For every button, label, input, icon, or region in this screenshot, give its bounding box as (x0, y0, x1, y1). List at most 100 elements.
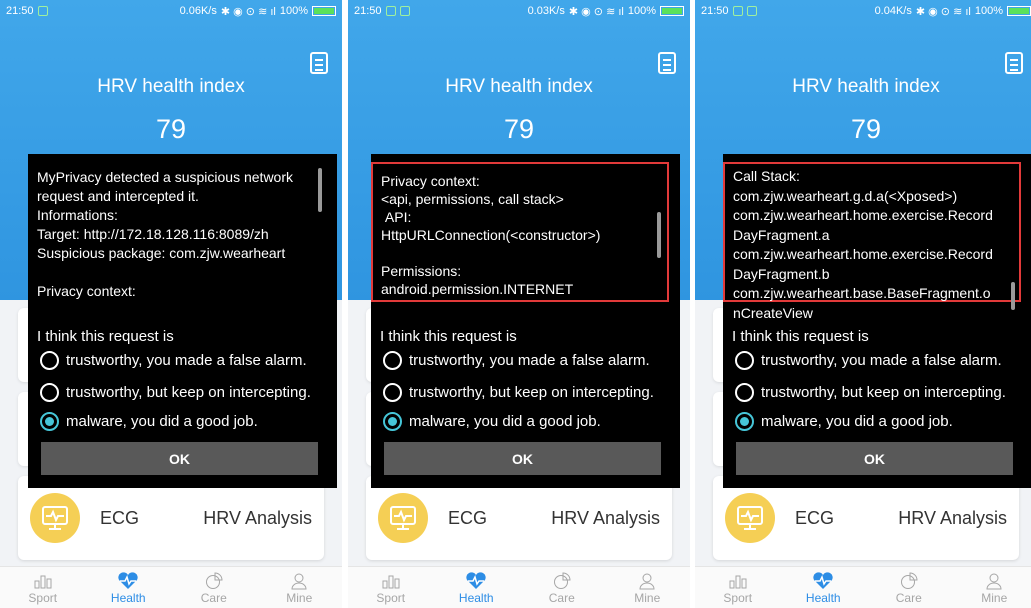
tab-sport[interactable]: Sport (348, 567, 434, 608)
tab-label: Mine (286, 591, 313, 605)
heart-pulse-icon (812, 570, 834, 591)
ok-button[interactable]: OK (736, 442, 1013, 475)
option-malware[interactable]: malware, you did a good job. (383, 412, 601, 431)
tab-label: Care (200, 591, 227, 605)
pie-chart-icon (900, 570, 918, 591)
ecg-card[interactable]: ECG HRV Analysis (366, 476, 672, 560)
tab-health[interactable]: Health (86, 567, 172, 608)
tab-health[interactable]: Health (781, 567, 867, 608)
ecg-monitor-icon (725, 493, 775, 543)
option-label: trustworthy, you made a false alarm. (409, 352, 650, 369)
hrv-analysis-link[interactable]: HRV Analysis (203, 508, 312, 529)
battery-level: 100% (627, 5, 656, 17)
hrv-analysis-link[interactable]: HRV Analysis (551, 508, 660, 529)
status-bar: 21:50 0.06K/s ✱ ◉ ⊙ ≋ ıl 100% (0, 0, 342, 22)
hrv-analysis-link[interactable]: HRV Analysis (898, 508, 1007, 529)
bar-chart-icon (729, 570, 747, 591)
ecg-label: ECG (100, 507, 140, 528)
tab-sport[interactable]: Sport (0, 567, 86, 608)
ok-button[interactable]: OK (41, 442, 318, 475)
ecg-card[interactable]: ECG HRV Analysis (18, 476, 324, 560)
tab-label: Mine (634, 591, 661, 605)
status-bar: 21:50 0.03K/s ✱ ◉ ⊙ ≋ ıl 100% (348, 0, 690, 22)
radio-icon[interactable] (735, 351, 754, 370)
radio-selected-icon[interactable] (40, 412, 59, 431)
radio-icon[interactable] (383, 351, 402, 370)
tab-label: Care (895, 591, 922, 605)
tab-label: Health (805, 591, 841, 605)
option-false-alarm[interactable]: trustworthy, you made a false alarm. (40, 351, 307, 370)
signal-icons: ✱ ◉ ⊙ ≋ ıl (220, 5, 276, 18)
network-speed: 0.03K/s (527, 5, 565, 17)
context-scrollbar[interactable] (1011, 282, 1015, 310)
ecg-label: ECG (448, 507, 488, 528)
battery-level: 100% (279, 5, 308, 17)
tab-label: Health (458, 591, 494, 605)
option-malware[interactable]: malware, you did a good job. (735, 412, 953, 431)
option-malware[interactable]: malware, you did a good job. (40, 412, 258, 431)
network-speed: 0.04K/s (874, 5, 912, 17)
ok-button[interactable]: OK (384, 442, 661, 475)
option-label: trustworthy, but keep on intercepting. (409, 384, 654, 401)
notification-icon (746, 6, 757, 16)
tab-care[interactable]: Care (171, 567, 257, 608)
think-label: I think this request is (37, 328, 174, 345)
option-label: trustworthy, but keep on intercepting. (761, 384, 1006, 401)
pie-chart-icon (553, 570, 571, 591)
signal-icons: ✱ ◉ ⊙ ≋ ıl (568, 5, 624, 18)
tab-sport[interactable]: Sport (695, 567, 781, 608)
tab-label: Sport (723, 591, 753, 605)
hrv-score: 79 (155, 114, 187, 144)
phone-screen-2: 21:50 0.03K/s ✱ ◉ ⊙ ≋ ıl 100% HRV health… (348, 0, 690, 608)
notification-icon (37, 6, 48, 16)
option-label: trustworthy, but keep on intercepting. (66, 384, 311, 401)
option-false-alarm[interactable]: trustworthy, you made a false alarm. (383, 351, 650, 370)
battery-icon (312, 6, 336, 16)
tab-mine[interactable]: Mine (257, 567, 343, 608)
page-title: HRV health index (97, 76, 245, 97)
radio-selected-icon[interactable] (735, 412, 754, 431)
radio-icon[interactable] (383, 383, 402, 402)
document-icon[interactable] (1005, 52, 1023, 74)
tab-care[interactable]: Care (866, 567, 952, 608)
page-title: HRV health index (445, 76, 593, 97)
person-icon (290, 570, 308, 591)
option-keep-intercepting[interactable]: trustworthy, but keep on intercepting. (735, 383, 1006, 402)
radio-icon[interactable] (40, 351, 59, 370)
bar-chart-icon (34, 570, 52, 591)
page-title: HRV health index (792, 76, 940, 97)
status-time: 21:50 (701, 5, 729, 17)
person-icon (638, 570, 656, 591)
radio-selected-icon[interactable] (383, 412, 402, 431)
privacy-alert-dialog: Call Stack: com.zjw.wearheart.g.d.a(<Xpo… (723, 154, 1031, 488)
network-speed: 0.06K/s (179, 5, 217, 17)
tab-health[interactable]: Health (434, 567, 520, 608)
call-stack-box: Call Stack: com.zjw.wearheart.g.d.a(<Xpo… (723, 162, 1021, 321)
tab-label: Health (110, 591, 146, 605)
privacy-alert-dialog: Privacy context: <api, permissions, call… (371, 154, 680, 488)
option-false-alarm[interactable]: trustworthy, you made a false alarm. (735, 351, 1002, 370)
battery-icon (1007, 6, 1031, 16)
dialog-scrollbar[interactable] (318, 168, 322, 212)
ecg-card[interactable]: ECG HRV Analysis (713, 476, 1019, 560)
phone-screen-1: 21:50 0.06K/s ✱ ◉ ⊙ ≋ ıl 100% HRV health… (0, 0, 342, 608)
radio-icon[interactable] (40, 383, 59, 402)
document-icon[interactable] (658, 52, 676, 74)
tab-mine[interactable]: Mine (605, 567, 691, 608)
tab-mine[interactable]: Mine (952, 567, 1031, 608)
hrv-score: 79 (503, 114, 535, 144)
context-scrollbar[interactable] (657, 212, 661, 258)
option-keep-intercepting[interactable]: trustworthy, but keep on intercepting. (40, 383, 311, 402)
battery-level: 100% (974, 5, 1003, 17)
tab-care[interactable]: Care (519, 567, 605, 608)
hrv-score: 79 (850, 114, 882, 144)
think-label: I think this request is (732, 328, 869, 345)
radio-icon[interactable] (735, 383, 754, 402)
tab-label: Mine (981, 591, 1008, 605)
document-icon[interactable] (310, 52, 328, 74)
battery-icon (660, 6, 684, 16)
status-bar: 21:50 0.04K/s ✱ ◉ ⊙ ≋ ıl 100% (695, 0, 1031, 22)
ecg-label: ECG (795, 507, 835, 528)
option-keep-intercepting[interactable]: trustworthy, but keep on intercepting. (383, 383, 654, 402)
privacy-context-box: Privacy context: <api, permissions, call… (371, 162, 669, 302)
